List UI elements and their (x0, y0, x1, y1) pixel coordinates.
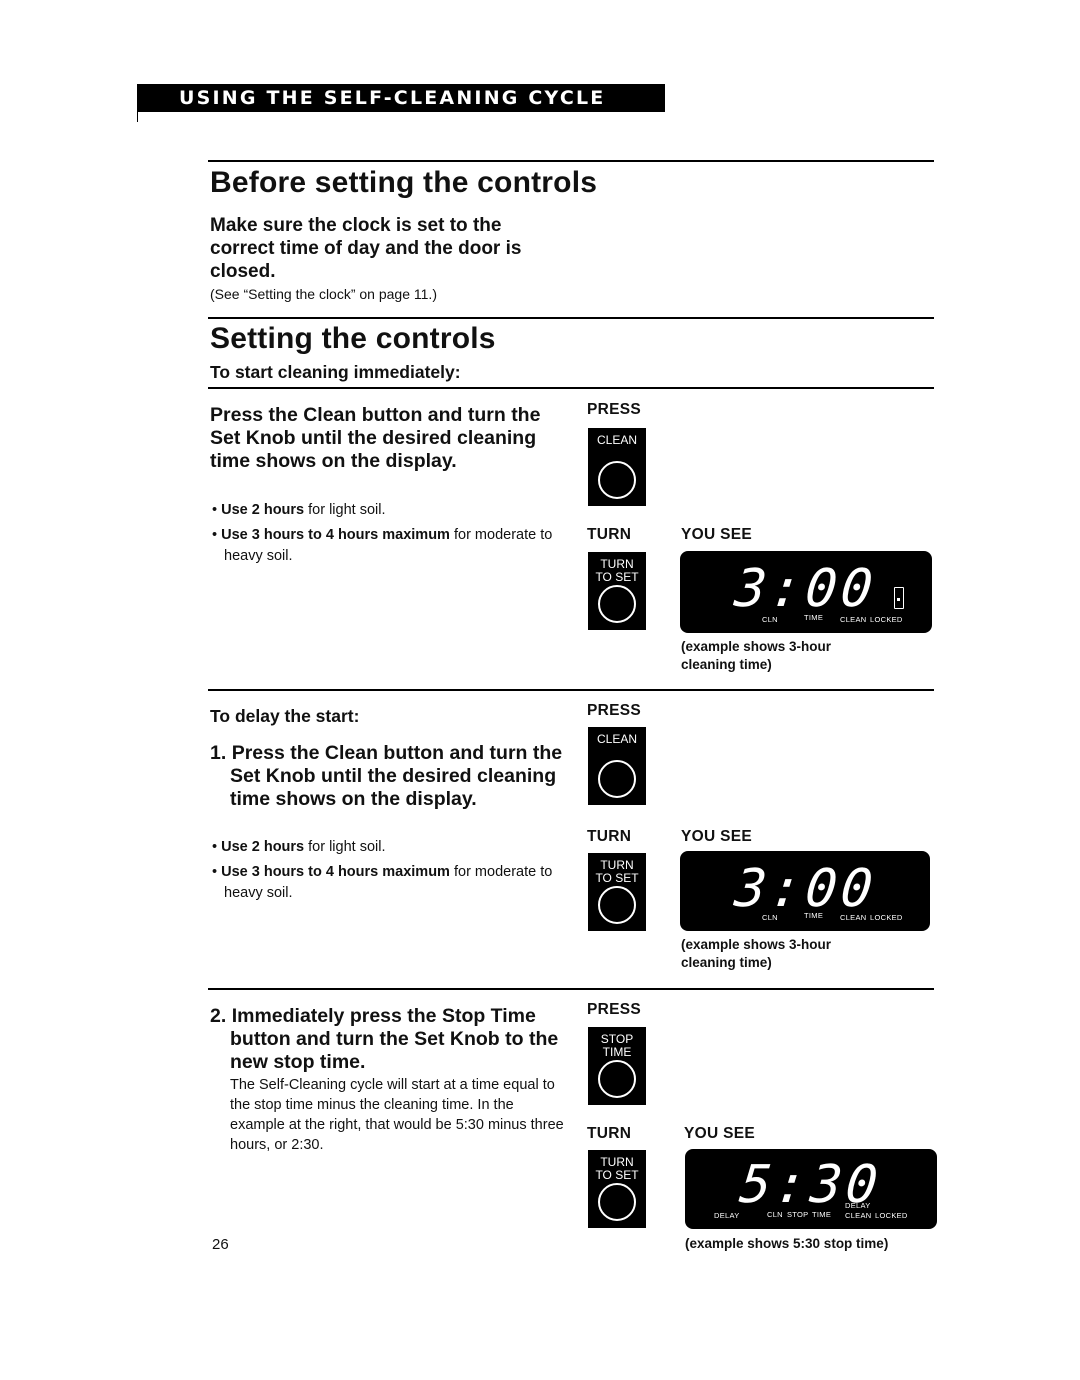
before-note: (See “Setting the clock” on page 11.) (210, 286, 437, 302)
indicator-delay: DELAY (714, 1211, 740, 1220)
lock-icon (894, 587, 904, 609)
indicator-cln: CLN (762, 615, 778, 624)
bullet-item: • Use 3 hours to 4 hours maximum for mod… (212, 864, 553, 901)
section-banner: USING THE SELF-CLEANING CYCLE (137, 84, 665, 112)
indicator-delay-clean-top: DELAY (845, 1201, 871, 1210)
stop-time-button[interactable]: STOP TIME (588, 1027, 646, 1105)
knob-circle-icon (598, 585, 636, 623)
indicator-locked: LOCKED (875, 1211, 908, 1220)
turn-label: TURN (587, 1125, 632, 1142)
display-caption: (example shows 5:30 stop time) (685, 1236, 889, 1251)
before-instruction: Make sure the clock is set to the correc… (210, 215, 522, 282)
display-time: 3:00 (731, 859, 880, 919)
delay-step2-instruction: 2. Immediately press the Stop Time butto… (210, 1005, 559, 1073)
before-heading: Before setting the controls (210, 166, 598, 199)
button-circle-icon (598, 760, 636, 798)
divider (208, 317, 934, 319)
turn-to-set-knob[interactable]: TURN TO SET (588, 552, 646, 630)
knob-label: TURN TO SET (595, 1155, 639, 1182)
you-see-label: YOU SEE (681, 526, 753, 543)
divider (208, 689, 934, 691)
indicator-time: TIME (812, 1210, 832, 1219)
display-caption: (example shows 3-hour cleaning time) (681, 639, 832, 672)
divider (208, 160, 934, 162)
oven-display: 3:00 CLN TIME CLEAN LOCKED (680, 551, 932, 633)
indicator-locked: LOCKED (870, 913, 903, 922)
oven-display: 3:00 CLN TIME CLEAN LOCKED (680, 851, 930, 931)
clean-button-label: CLEAN (596, 433, 637, 447)
indicator-clean: CLEAN (845, 1211, 872, 1220)
divider (208, 988, 934, 990)
delay-step1-bullets: • Use 2 hours for light soil. • Use 3 ho… (212, 837, 562, 908)
immediate-bullets: • Use 2 hours for light soil. • Use 3 ho… (212, 500, 562, 571)
indicator-locked: LOCKED (870, 615, 903, 624)
banner-title: USING THE SELF-CLEANING CYCLE (179, 87, 606, 109)
indicator-cln: CLN (767, 1210, 783, 1219)
you-see-label: YOU SEE (684, 1125, 756, 1142)
indicator-cln: CLN (762, 913, 778, 922)
turn-to-set-knob[interactable]: TURN TO SET (588, 1150, 646, 1228)
immediate-instruction: Press the Clean button and turn the Set … (210, 404, 541, 472)
banner-tick (137, 112, 138, 122)
press-label: PRESS (587, 1001, 642, 1018)
display-time: 3:00 (731, 559, 880, 619)
knob-circle-icon (598, 886, 636, 924)
turn-to-set-knob[interactable]: TURN TO SET (588, 853, 646, 931)
page-number: 26 (212, 1236, 229, 1253)
bullet-item: • Use 2 hours for light soil. (212, 502, 386, 518)
delay-subheading: To delay the start: (210, 706, 360, 726)
press-label: PRESS (587, 401, 642, 418)
delay-step1-instruction: 1. Press the Clean button and turn the S… (210, 742, 563, 810)
indicator-time: TIME (804, 613, 824, 622)
setting-heading: Setting the controls (210, 322, 496, 355)
display-caption: (example shows 3-hour cleaning time) (681, 937, 832, 970)
knob-circle-icon (598, 1183, 636, 1221)
bullet-item: • Use 2 hours for light soil. (212, 839, 386, 855)
button-circle-icon (598, 1060, 636, 1098)
clean-button[interactable]: CLEAN (588, 428, 646, 506)
indicator-stop: STOP (787, 1210, 809, 1219)
delay-step2-paragraph: The Self-Cleaning cycle will start at a … (230, 1077, 564, 1153)
clean-button-label: CLEAN (596, 732, 637, 746)
divider (208, 387, 934, 389)
indicator-clean: CLEAN (840, 615, 867, 624)
indicator-time: TIME (804, 911, 824, 920)
indicator-clean: CLEAN (840, 913, 867, 922)
immediate-subheading: To start cleaning immediately: (210, 362, 461, 382)
you-see-label: YOU SEE (681, 828, 753, 845)
bullet-item: • Use 3 hours to 4 hours maximum for mod… (212, 527, 553, 564)
turn-label: TURN (587, 526, 632, 543)
knob-label: TURN TO SET (595, 557, 639, 584)
knob-label: TURN TO SET (595, 858, 639, 885)
turn-label: TURN (587, 828, 632, 845)
button-circle-icon (598, 461, 636, 499)
press-label: PRESS (587, 702, 642, 719)
oven-display: 5:30 DELAY CLN STOP TIME DELAY CLEAN LOC… (685, 1149, 937, 1229)
stop-time-button-label: STOP TIME (600, 1032, 634, 1059)
clean-button[interactable]: CLEAN (588, 727, 646, 805)
